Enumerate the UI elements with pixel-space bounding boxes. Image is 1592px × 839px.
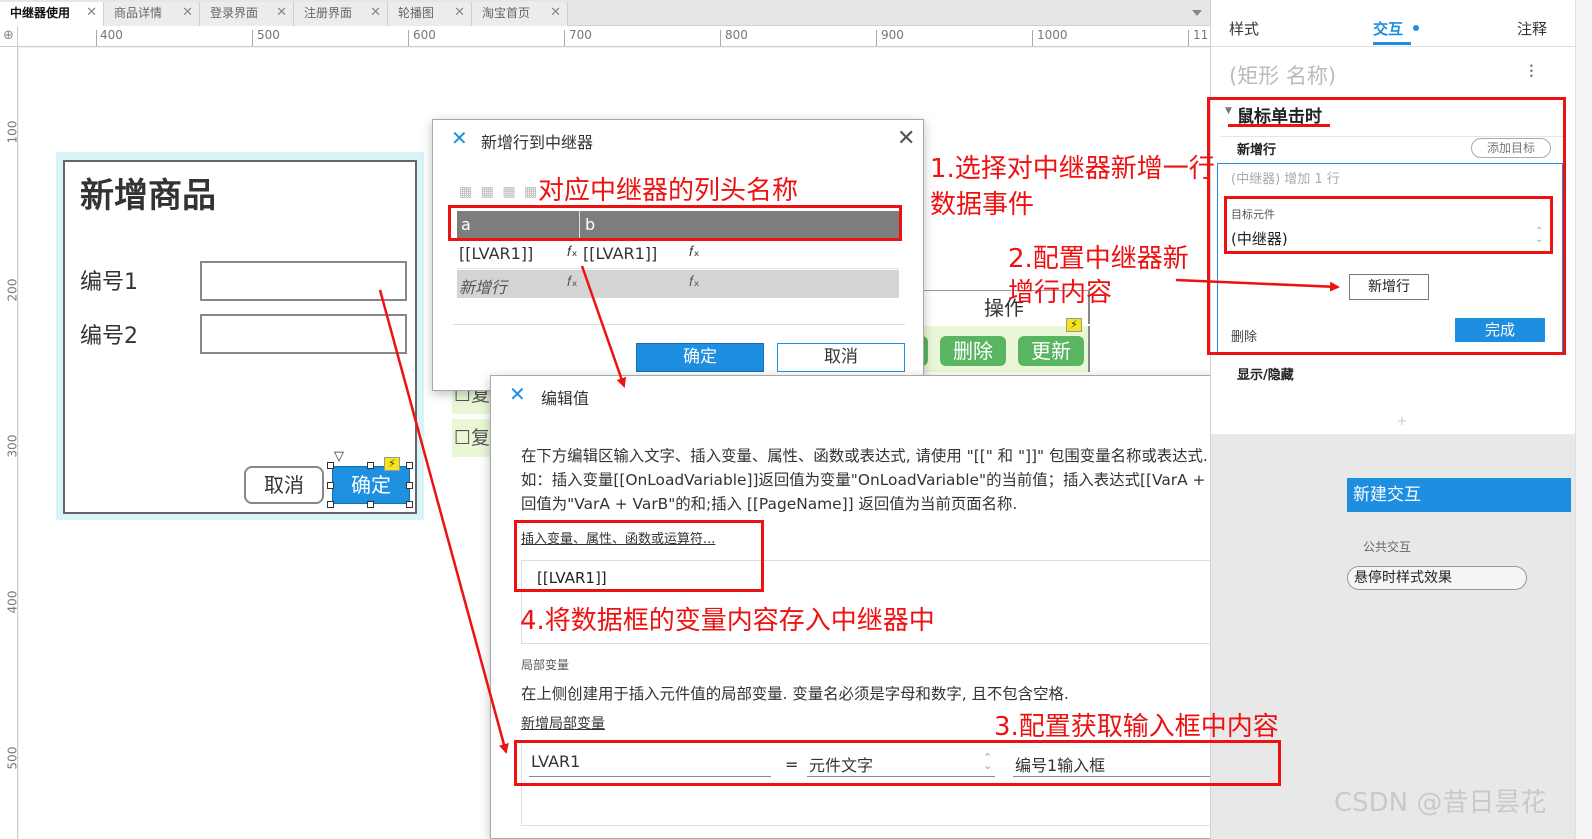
arrow-input-to-variable bbox=[378, 289, 509, 754]
arrow-to-add-row bbox=[1175, 278, 1340, 292]
annotation-arrows bbox=[378, 265, 1340, 754]
watermark: CSDN @昔日昙花 bbox=[1334, 788, 1547, 818]
arrow-row-to-editor bbox=[580, 265, 627, 388]
